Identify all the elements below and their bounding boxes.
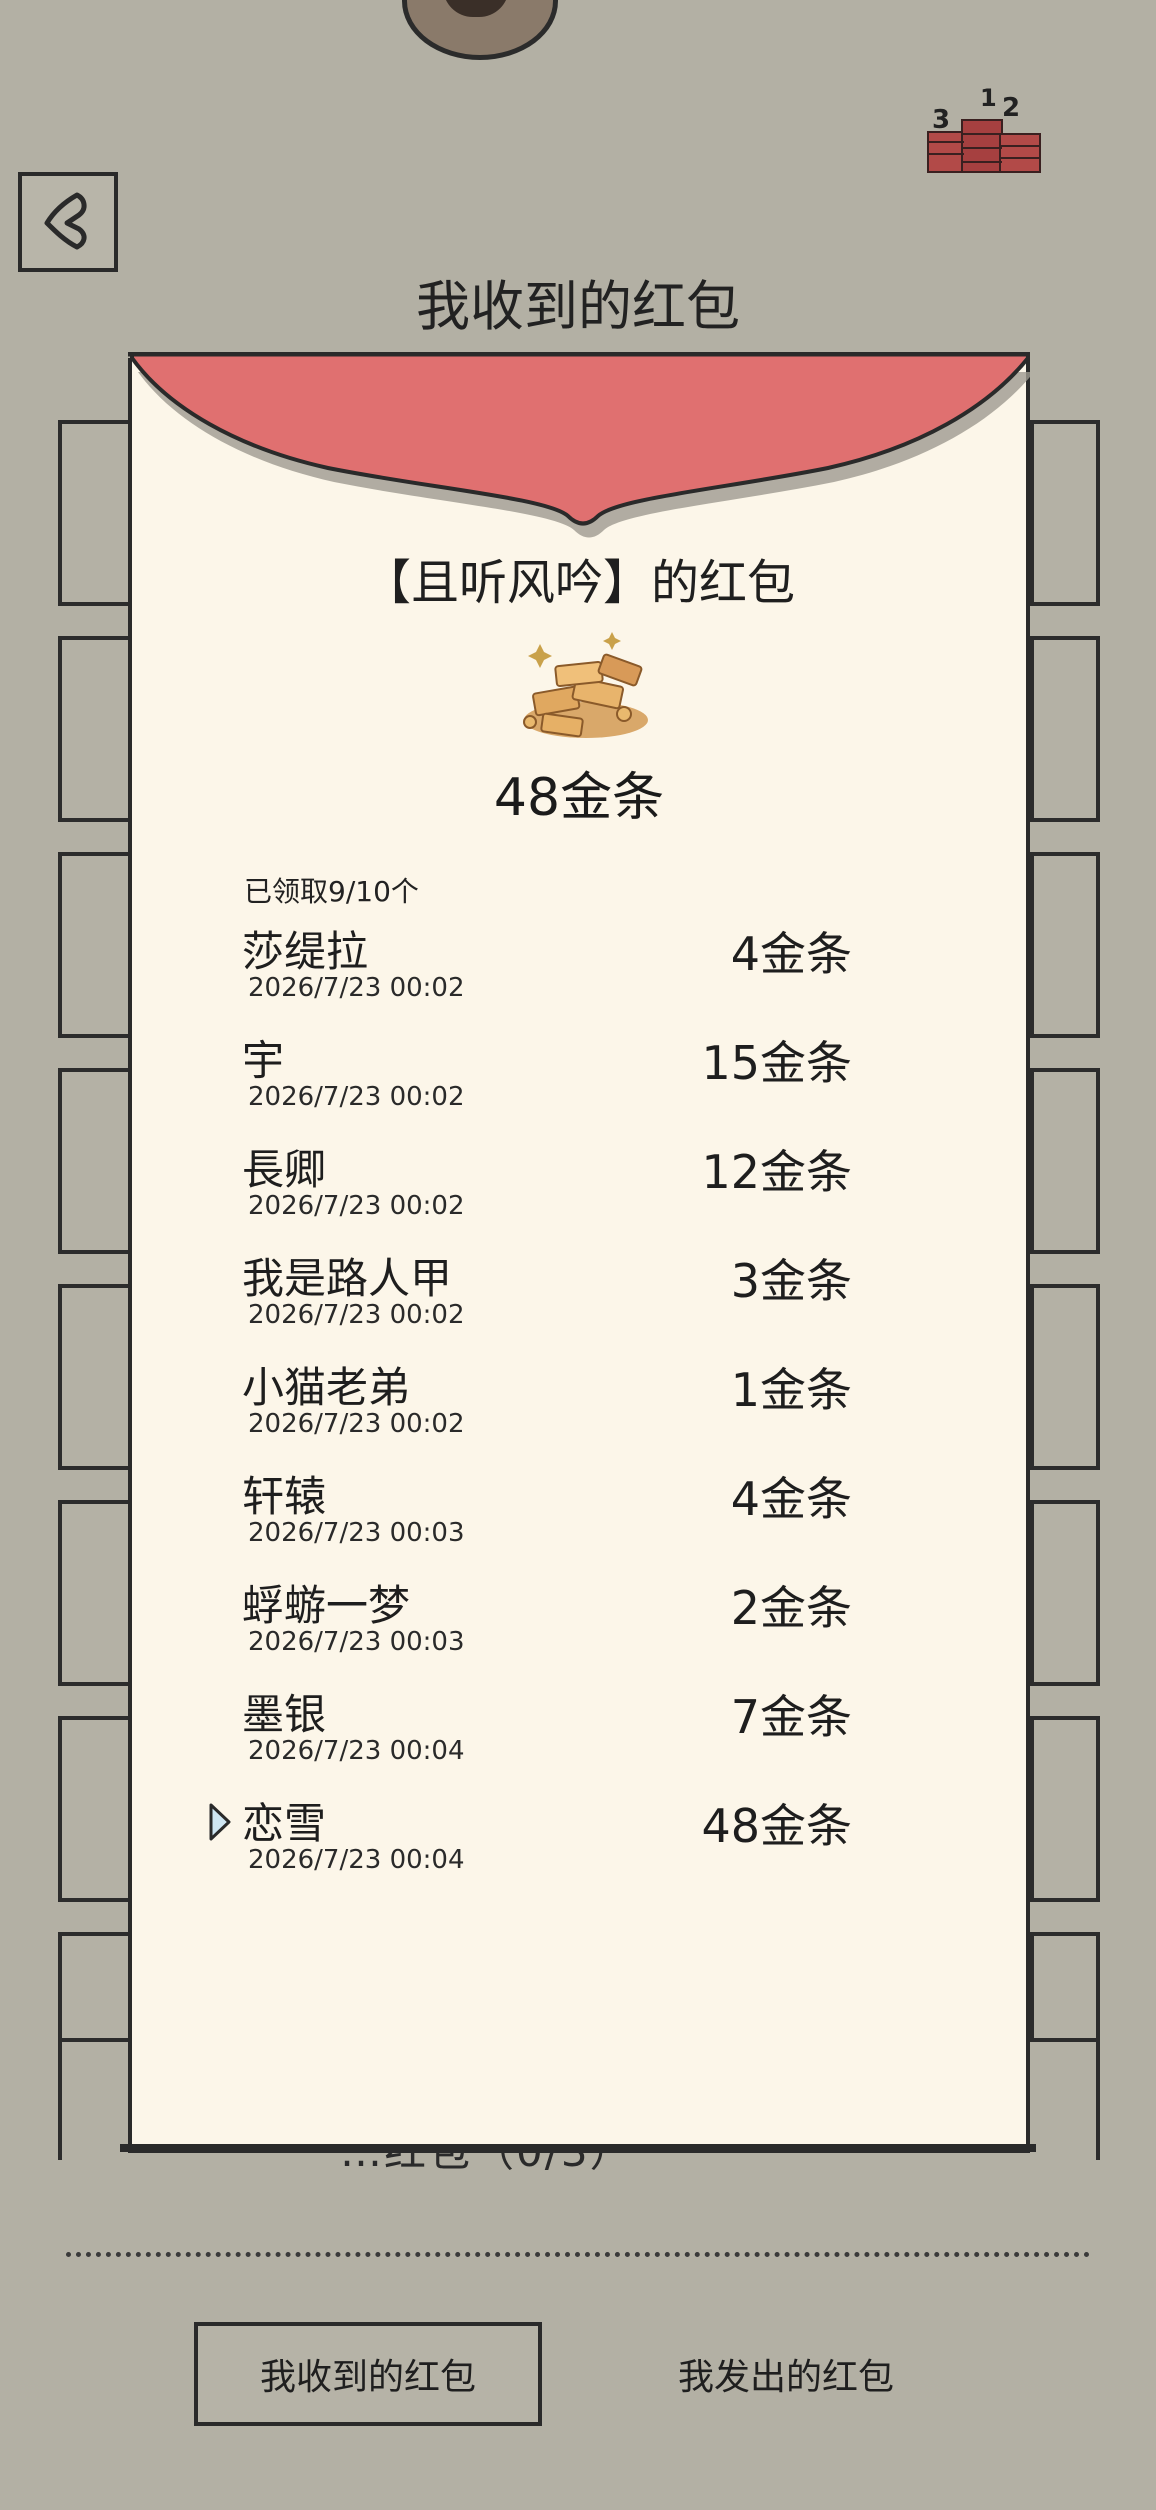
tab-sent[interactable]: 我发出的红包	[612, 2322, 960, 2426]
list-item-current-user: 恋雪 2026/7/23 00:04 48金条	[209, 1790, 860, 1898]
recipient-amount: 1金条	[730, 1363, 852, 1417]
bg-list-frame	[1030, 636, 1100, 822]
list-item: 莎缇拉 2026/7/23 00:02 4金条	[240, 918, 860, 1026]
recipient-time: 2026/7/23 00:02	[248, 973, 465, 1003]
recipient-time: 2026/7/23 00:02	[248, 1191, 465, 1221]
recipient-amount: 2金条	[730, 1581, 852, 1635]
recipient-time: 2026/7/23 00:02	[248, 1300, 465, 1330]
recipient-amount: 12金条	[701, 1145, 852, 1199]
recipient-name: 恋雪	[242, 1799, 327, 1848]
recipient-name: 宇	[242, 1036, 285, 1085]
recipient-name: 墨银	[242, 1690, 327, 1739]
red-packet-flap	[128, 352, 1030, 538]
svg-text:2: 2	[1002, 93, 1020, 123]
dotted-divider	[66, 2252, 1090, 2257]
sender-title: 【且听风吟】的红包	[362, 555, 795, 611]
recipient-amount: 4金条	[730, 927, 852, 981]
leaderboard-button[interactable]: 3 1 2	[920, 72, 1050, 182]
page-title: 我收到的红包	[416, 275, 740, 338]
claimed-status: 已领取9/10个	[244, 875, 419, 908]
recipient-time: 2026/7/23 00:04	[248, 1736, 465, 1766]
mascot-avatar	[402, 0, 558, 60]
recipient-amount: 4金条	[730, 1472, 852, 1526]
recipient-time: 2026/7/23 00:02	[248, 1082, 465, 1112]
recipient-name: 長卿	[242, 1145, 327, 1194]
recipient-time: 2026/7/23 00:03	[248, 1518, 465, 1548]
bg-list-frame	[1030, 1932, 1100, 2042]
bg-list-frame	[1030, 1068, 1100, 1254]
bg-frame-edge	[1096, 2040, 1100, 2160]
total-amount: 48金条	[493, 768, 665, 828]
recipient-name: 莎缇拉	[242, 927, 369, 976]
recipient-name: 小猫老弟	[242, 1363, 411, 1412]
recipient-time: 2026/7/23 00:04	[248, 1845, 465, 1875]
chevron-left-icon	[44, 192, 87, 250]
card-bottom-edge	[120, 2144, 1036, 2152]
list-item: 長卿 2026/7/23 00:02 12金条	[240, 1136, 860, 1244]
list-item: 宇 2026/7/23 00:02 15金条	[240, 1027, 860, 1135]
list-item: 墨银 2026/7/23 00:04 7金条	[240, 1681, 860, 1789]
bg-list-frame	[1030, 420, 1100, 606]
leaderboard-icon: 3 1 2	[927, 84, 1041, 173]
list-item: 我是路人甲 2026/7/23 00:02 3金条	[240, 1245, 860, 1353]
bg-frame-edge	[58, 2040, 62, 2160]
bg-list-frame	[1030, 1500, 1100, 1686]
svg-text:1: 1	[980, 84, 997, 112]
recipient-time: 2026/7/23 00:03	[248, 1627, 465, 1657]
back-button[interactable]	[18, 172, 118, 272]
tab-received[interactable]: 我收到的红包	[194, 2322, 542, 2426]
list-item: 蜉蝣一梦 2026/7/23 00:03 2金条	[240, 1572, 860, 1680]
current-user-marker-icon	[209, 1803, 231, 1841]
recipient-name: 蜉蝣一梦	[242, 1581, 411, 1630]
list-item: 轩辕 2026/7/23 00:03 4金条	[240, 1463, 860, 1571]
list-item: 小猫老弟 2026/7/23 00:02 1金条	[240, 1354, 860, 1462]
recipient-name: 我是路人甲	[242, 1254, 453, 1303]
recipient-amount: 7金条	[730, 1690, 852, 1744]
gold-bars-icon	[523, 632, 648, 738]
recipient-name: 轩辕	[242, 1472, 327, 1521]
svg-text:3: 3	[932, 105, 950, 135]
recipient-time: 2026/7/23 00:02	[248, 1409, 465, 1439]
recipient-amount: 15金条	[701, 1036, 852, 1090]
recipient-amount: 48金条	[701, 1799, 852, 1853]
bg-list-frame	[1030, 1716, 1100, 1902]
bg-list-frame	[1030, 852, 1100, 1038]
recipient-amount: 3金条	[730, 1254, 852, 1308]
bg-list-frame	[1030, 1284, 1100, 1470]
